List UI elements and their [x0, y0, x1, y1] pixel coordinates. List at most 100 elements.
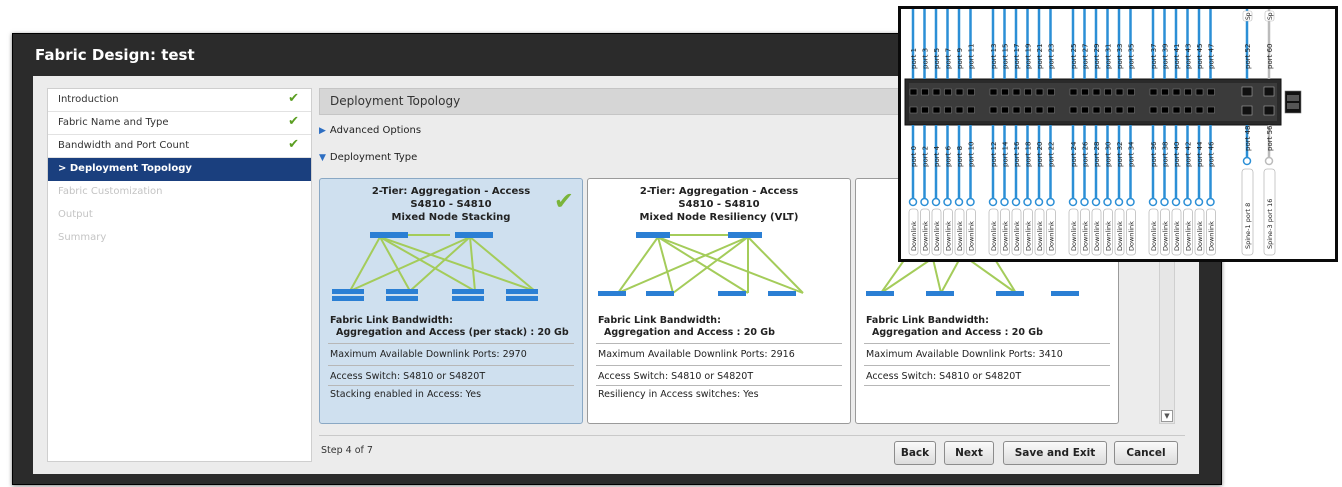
divider — [596, 365, 842, 366]
port-label: port 17 — [1013, 44, 1021, 69]
downlink-label: Downlink — [1105, 221, 1113, 251]
downlink-label: Downlink — [1150, 221, 1158, 251]
downlink-label: Downlink — [1196, 221, 1204, 251]
link-endpoint-icon — [943, 197, 952, 207]
port-socket — [1012, 88, 1021, 96]
port-label: port 31 — [1105, 44, 1113, 69]
port-label: port 19 — [1025, 44, 1033, 69]
port-label: port 15 — [1002, 44, 1010, 69]
spine-top-label: Sp — [1245, 12, 1252, 20]
console-port-icon — [1284, 90, 1302, 114]
card-mode: Mixed Node Stacking — [391, 212, 511, 223]
port-socket — [1024, 88, 1032, 96]
link-endpoint-icon — [1264, 156, 1274, 166]
link-endpoint-icon — [966, 197, 975, 207]
uplink-port-label: port 52 — [1244, 44, 1252, 69]
port-socket — [1047, 106, 1055, 114]
console-port-detail — [1287, 95, 1299, 101]
wizard-sidebar: Introduction ✔ Fabric Name and Type ✔ Ba… — [47, 88, 312, 462]
spine-top-label: Sp — [1267, 12, 1274, 20]
port-socket — [1092, 88, 1101, 96]
link-endpoint-icon — [908, 197, 918, 207]
port-label: port 9 — [956, 48, 964, 69]
port-socket — [1184, 106, 1192, 114]
port-socket — [1207, 106, 1215, 114]
topology-card-vlt[interactable]: 2-Tier: Aggregation - Access S4810 - S48… — [587, 178, 851, 424]
downlink-label: Downlink — [1208, 221, 1216, 251]
sidebar-item-label: Bandwidth and Port Count — [58, 140, 190, 151]
port-socket — [932, 88, 941, 96]
port-socket — [1001, 106, 1009, 114]
next-button[interactable]: Next — [944, 441, 994, 465]
port-socket — [1127, 106, 1135, 114]
port-label: port 26 — [1082, 141, 1090, 167]
scroll-down-icon[interactable]: ▼ — [1161, 410, 1173, 422]
divider — [864, 385, 1110, 386]
downlink-label: Downlink — [910, 221, 918, 251]
bandwidth-label: Fabric Link Bandwidth: — [866, 315, 989, 326]
uplink-socket — [1263, 86, 1275, 97]
sidebar-item-fabric-name[interactable]: Fabric Name and Type ✔ — [48, 112, 311, 135]
port-socket — [1035, 106, 1044, 114]
divider — [328, 343, 574, 344]
sidebar-item-deployment-topology[interactable]: > Deployment Topology — [48, 158, 311, 181]
downlink-label: Downlink — [990, 221, 998, 251]
link-endpoint-icon — [1046, 197, 1055, 207]
link-endpoint-icon — [954, 197, 964, 207]
port-socket — [989, 88, 998, 96]
triangle-right-icon: ▶ — [319, 126, 326, 136]
divider — [864, 365, 1110, 366]
cancel-button[interactable]: Cancel — [1114, 441, 1178, 465]
divider — [328, 385, 574, 386]
port-label: port 30 — [1105, 142, 1113, 167]
bandwidth-value: Aggregation and Access (per stack) : 20 … — [336, 327, 569, 338]
port-label: port 2 — [922, 146, 930, 167]
divider — [328, 365, 574, 366]
port-label: port 23 — [1048, 44, 1056, 69]
deployment-type-toggle[interactable]: ▼ Deployment Type — [319, 152, 417, 163]
port-socket — [1195, 106, 1204, 114]
downlink-label: Downlink — [1173, 221, 1181, 251]
port-label: port 0 — [910, 146, 918, 167]
topology-card-stacking[interactable]: 2-Tier: Aggregation - Access S4810 - S48… — [319, 178, 583, 424]
advanced-options-toggle[interactable]: ▶ Advanced Options — [319, 125, 421, 136]
port-socket — [1161, 106, 1169, 114]
port-label: port 8 — [956, 146, 964, 167]
back-button[interactable]: Back — [894, 441, 936, 465]
port-label: port 21 — [1036, 44, 1044, 69]
uplink-port-label: port 56 — [1266, 125, 1274, 151]
port-label: port 6 — [945, 145, 953, 167]
link-endpoint-icon — [1080, 197, 1089, 207]
bandwidth-value: Aggregation and Access : 20 Gb — [604, 327, 775, 338]
save-and-exit-button[interactable]: Save and Exit — [1003, 441, 1107, 465]
port-label: port 29 — [1093, 44, 1101, 69]
link-endpoint-icon — [988, 197, 998, 207]
port-socket — [1081, 88, 1089, 96]
link-endpoint-icon — [1206, 197, 1215, 207]
port-socket — [932, 106, 941, 114]
link-endpoint-icon — [1171, 197, 1181, 207]
port-label: port 12 — [990, 142, 998, 167]
deployment-type-label: Deployment Type — [329, 152, 418, 163]
port-label: port 38 — [1162, 142, 1170, 167]
downlink-label: Downlink — [1116, 221, 1124, 251]
sidebar-item-introduction[interactable]: Introduction ✔ — [48, 89, 311, 112]
downlink-label: Downlink — [1025, 221, 1033, 251]
port-socket — [967, 106, 975, 114]
port-label: port 7 — [945, 48, 953, 69]
uplink-socket — [1241, 105, 1253, 116]
sidebar-item-fabric-customization: Fabric Customization — [48, 181, 311, 203]
divider — [596, 385, 842, 386]
link-endpoint-icon — [1103, 197, 1112, 207]
port-label: port 24 — [1070, 141, 1078, 167]
stacking-enabled: Stacking enabled in Access: Yes — [330, 389, 482, 400]
port-label: port 45 — [1196, 44, 1204, 69]
port-label: port 22 — [1048, 142, 1056, 167]
sidebar-item-bandwidth[interactable]: Bandwidth and Port Count ✔ — [48, 135, 311, 158]
downlink-label: Downlink — [1162, 221, 1170, 251]
link-endpoint-icon — [931, 197, 941, 207]
sidebar-item-label: Fabric Name and Type — [58, 117, 169, 128]
downlink-ports: Maximum Available Downlink Ports: 3410 — [866, 349, 1063, 360]
bandwidth-label: Fabric Link Bandwidth: — [330, 315, 453, 326]
link-endpoint-icon — [1091, 197, 1101, 207]
